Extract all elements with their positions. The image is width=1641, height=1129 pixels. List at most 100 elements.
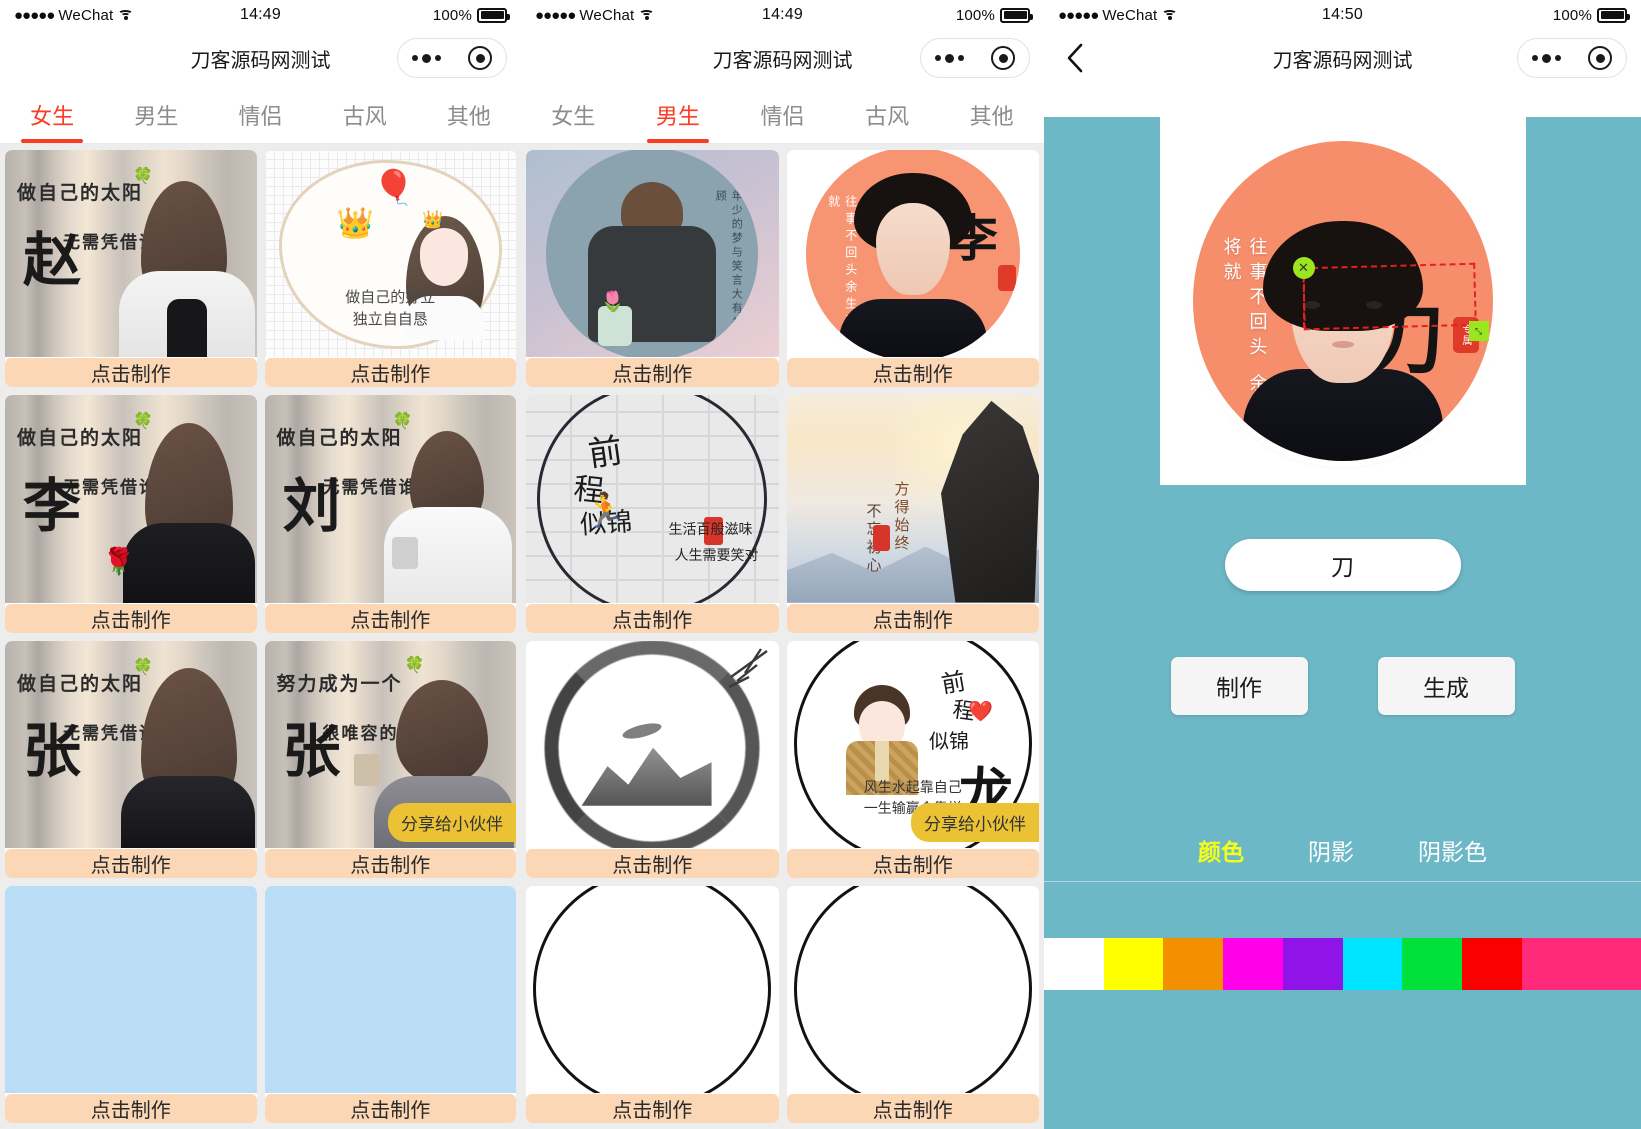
- template-card[interactable]: 点击制作: [264, 885, 516, 1123]
- delete-handle-icon[interactable]: ✕: [1292, 257, 1315, 279]
- template-thumbnail[interactable]: [786, 885, 1039, 1093]
- make-button[interactable]: 点击制作: [264, 848, 516, 878]
- template-thumbnail[interactable]: [526, 640, 779, 848]
- close-miniprogram-icon[interactable]: [1588, 46, 1613, 70]
- make-button[interactable]: 点击制作: [5, 848, 257, 878]
- color-swatch-red[interactable]: [1521, 938, 1582, 990]
- template-card[interactable]: 前 程 似锦 ❤️ 龙 风生水起靠自己 一生输赢会靠样 分享给小伙伴 点击制作: [786, 640, 1039, 878]
- share-badge[interactable]: 分享给小伙伴: [388, 802, 516, 842]
- make-button[interactable]: 点击制作: [526, 1094, 779, 1123]
- tab-couples[interactable]: 情侣: [208, 86, 312, 143]
- sub-line-1: 风生水起靠自己: [863, 780, 962, 796]
- make-button[interactable]: 点击制作: [264, 603, 516, 633]
- ring-artwork: [786, 885, 1039, 1093]
- template-thumbnail[interactable]: 做自己的太阳 🍀 无需凭借谁的光 李 🌹: [5, 395, 257, 603]
- template-thumbnail[interactable]: 🌷 年少的梦与笑言大有关也不顾: [526, 150, 779, 358]
- template-thumbnail[interactable]: [5, 885, 257, 1093]
- tab-ancient[interactable]: 古风: [313, 86, 417, 143]
- tab-couples[interactable]: 情侣: [730, 86, 835, 143]
- close-miniprogram-icon[interactable]: [991, 46, 1016, 70]
- template-thumbnail[interactable]: [526, 885, 779, 1093]
- tab-ancient[interactable]: 古风: [835, 86, 940, 143]
- template-thumbnail[interactable]: 方得始终 不忘初心: [786, 395, 1039, 603]
- more-menu-icon[interactable]: [934, 53, 964, 63]
- share-badge[interactable]: 分享给小伙伴: [911, 802, 1039, 842]
- name-input[interactable]: 刀: [1224, 539, 1461, 591]
- status-left: ●●●●● WeChat: [1058, 7, 1246, 24]
- template-card[interactable]: 做自己的太阳 🍀 无需凭借谁的光 刘 点击制作: [264, 395, 516, 633]
- make-button[interactable]: 点击制作: [526, 358, 779, 388]
- make-button[interactable]: 点击制作: [526, 603, 779, 633]
- surname-char: 张: [23, 718, 82, 784]
- make-button[interactable]: 制作: [1170, 657, 1308, 715]
- make-button[interactable]: 点击制作: [786, 848, 1039, 878]
- boy-portrait: [1242, 211, 1443, 461]
- color-swatch-orange[interactable]: [1223, 938, 1283, 990]
- wall-artwork: 做自己的太阳 🍀 无需凭借谁的光 赵: [5, 150, 257, 358]
- template-card[interactable]: 往事不回头余生不将就 李 点击制作: [786, 150, 1039, 388]
- make-button[interactable]: 点击制作: [786, 1094, 1039, 1123]
- tab-label: 其他: [969, 103, 1014, 129]
- make-button[interactable]: 点击制作: [264, 358, 516, 388]
- template-card[interactable]: 点击制作: [526, 885, 779, 1123]
- wechat-capsule[interactable]: [920, 38, 1030, 78]
- back-icon[interactable]: [1058, 41, 1092, 75]
- color-swatch-white[interactable]: [1103, 938, 1164, 990]
- wechat-capsule[interactable]: [1517, 38, 1627, 78]
- text-selection-box[interactable]: [1301, 262, 1477, 331]
- template-card[interactable]: 前 程 似锦 🏃 生活百般滋味 人生需要笑对 点击制作: [526, 395, 779, 633]
- editor-canvas[interactable]: 往事不回头 余生不将就 刀 专属 ✕ ⤡: [1159, 117, 1526, 485]
- color-swatch-cyan[interactable]: [1402, 938, 1462, 990]
- template-thumbnail[interactable]: 做自己的太阳 🍀 无需凭借谁的光 刘: [264, 395, 516, 603]
- make-button[interactable]: 点击制作: [5, 358, 257, 388]
- color-swatch-purple[interactable]: [1342, 938, 1403, 990]
- template-card[interactable]: 🎈 👑 👑 做自己的好立 独立自自恳 点击制作: [264, 150, 516, 388]
- template-card[interactable]: 做自己的太阳 🍀 无需凭借谁的光 张 点击制作: [5, 640, 257, 878]
- make-button[interactable]: 点击制作: [786, 603, 1039, 633]
- make-button[interactable]: 点击制作: [5, 603, 257, 633]
- color-swatch-pink[interactable]: [1581, 938, 1641, 990]
- tab-shadow[interactable]: 阴影: [1308, 833, 1354, 867]
- template-card[interactable]: 点击制作: [5, 885, 257, 1123]
- make-button[interactable]: 点击制作: [786, 358, 1039, 388]
- tab-color[interactable]: 颜色: [1198, 833, 1244, 867]
- template-card[interactable]: 点击制作: [526, 640, 779, 878]
- blue-artwork: [5, 885, 257, 1093]
- template-card[interactable]: 努力成为一个 🍀 很唯容的女孩 张 分享给小伙伴 点击制作: [264, 640, 516, 878]
- tab-girls[interactable]: 女生: [521, 86, 626, 143]
- template-card[interactable]: 做自己的太阳 🍀 无需凭借谁的光 李 🌹 点击制作: [5, 395, 257, 633]
- template-thumbnail[interactable]: 前 程 似锦 ❤️ 龙 风生水起靠自己 一生输赢会靠样 分享给小伙伴: [786, 640, 1039, 848]
- generate-button[interactable]: 生成: [1377, 657, 1515, 715]
- template-thumbnail[interactable]: 努力成为一个 🍀 很唯容的女孩 张 分享给小伙伴: [264, 640, 516, 848]
- resize-handle-icon[interactable]: ⤡: [1468, 321, 1489, 341]
- carrier-label: WeChat: [58, 6, 114, 24]
- close-miniprogram-icon[interactable]: [468, 46, 493, 70]
- tab-girls[interactable]: 女生: [0, 86, 104, 143]
- template-card[interactable]: 🌷 年少的梦与笑言大有关也不顾 点击制作: [526, 150, 779, 388]
- color-swatch-green[interactable]: [1461, 938, 1522, 990]
- template-thumbnail[interactable]: [264, 885, 516, 1093]
- make-button[interactable]: 点击制作: [5, 1094, 257, 1123]
- more-menu-icon[interactable]: [1531, 53, 1561, 63]
- template-thumbnail[interactable]: 前 程 似锦 🏃 生活百般滋味 人生需要笑对: [526, 395, 779, 603]
- template-thumbnail[interactable]: 🎈 👑 👑 做自己的好立 独立自自恳: [264, 150, 516, 358]
- tab-shadow-color[interactable]: 阴影色: [1418, 833, 1487, 867]
- tab-boys[interactable]: 男生: [104, 86, 208, 143]
- template-thumbnail[interactable]: 做自己的太阳 🍀 无需凭借谁的光 赵: [5, 150, 257, 358]
- color-swatch-magenta[interactable]: [1282, 938, 1343, 990]
- tab-other[interactable]: 其他: [939, 86, 1044, 143]
- ring-artwork: [526, 885, 779, 1093]
- wechat-capsule[interactable]: [397, 38, 507, 78]
- color-swatch-yellow[interactable]: [1163, 938, 1224, 990]
- tab-other[interactable]: 其他: [417, 86, 521, 143]
- make-button[interactable]: 点击制作: [526, 848, 779, 878]
- more-menu-icon[interactable]: [411, 53, 441, 63]
- template-card[interactable]: 点击制作: [786, 885, 1039, 1123]
- color-swatch-black[interactable]: [1044, 938, 1104, 990]
- template-card[interactable]: 方得始终 不忘初心 点击制作: [786, 395, 1039, 633]
- tab-boys[interactable]: 男生: [626, 86, 731, 143]
- template-thumbnail[interactable]: 往事不回头余生不将就 李: [786, 150, 1039, 358]
- template-thumbnail[interactable]: 做自己的太阳 🍀 无需凭借谁的光 张: [5, 640, 257, 848]
- make-button[interactable]: 点击制作: [264, 1094, 516, 1123]
- template-card[interactable]: 做自己的太阳 🍀 无需凭借谁的光 赵 点击制作: [5, 150, 257, 388]
